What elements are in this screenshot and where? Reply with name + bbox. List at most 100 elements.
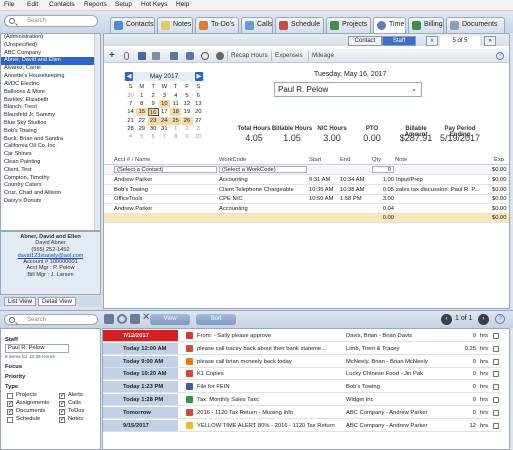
attach-icon[interactable]	[124, 52, 129, 60]
staff-filter-select[interactable]: Paul R. Pelow	[5, 344, 69, 353]
contact-list-item[interactable]: Annette's Housekeeping	[1, 73, 100, 81]
contact-list-item[interactable]: Clean Painting	[1, 159, 100, 167]
col-acct-name[interactable]: Acct # / Name	[114, 157, 150, 163]
calendar-day[interactable]: 16	[147, 108, 159, 117]
contact-list-item[interactable]: (Administration)	[1, 34, 100, 42]
calendar-day[interactable]: 30	[148, 125, 159, 133]
calendar-day[interactable]: 6	[193, 92, 204, 100]
calendar-day[interactable]: 21	[125, 117, 136, 125]
col-workcode[interactable]: WorkCode	[219, 157, 246, 163]
task-row[interactable]: 7/12/2017 From: - Sally please approve Dav…	[103, 330, 501, 342]
calendar-day[interactable]: 11	[170, 100, 181, 108]
staff-select[interactable]: Paul R. Pelow ⌄	[274, 82, 422, 97]
menu-setup[interactable]: Setup	[115, 1, 132, 8]
menu-edit[interactable]: Edit	[27, 1, 38, 8]
calendar-day[interactable]: 28	[125, 125, 136, 133]
expenses-button[interactable]: Expenses	[271, 51, 306, 61]
calendar-day[interactable]: 9	[148, 100, 159, 108]
contact-list[interactable]: (Administration) (Unspecified) ABC Company…	[0, 33, 101, 231]
gear-icon[interactable]	[216, 52, 224, 60]
task-row[interactable]: Today 1:23 PM File for FEIN Bob's Towing 0 h…	[103, 381, 501, 394]
contact-list-item[interactable]: Country Caters	[1, 182, 100, 190]
workcode-select[interactable]: (Select a WorkCode)	[219, 166, 307, 173]
menu-help[interactable]: Help	[176, 1, 189, 8]
lower-next-icon[interactable]: ›	[478, 314, 489, 325]
calendar-day[interactable]: 12	[182, 100, 193, 108]
time-entry-row[interactable]: Bob's Towing Client Telephone Chargeable 1…	[104, 186, 509, 195]
transfer-icon[interactable]	[170, 52, 178, 60]
menu-contacts[interactable]: Contacts	[49, 1, 75, 8]
task-row[interactable]: Today 10:20 AM K1 Copies Lucky Chinese Foo…	[103, 368, 501, 381]
type-checkbox[interactable]	[59, 400, 65, 407]
clock-icon[interactable]	[201, 52, 209, 60]
calendar-day[interactable]: 1	[136, 92, 147, 100]
contact-list-item[interactable]: Barkley, Elizabeth	[1, 97, 100, 105]
calendar-day[interactable]: 19	[182, 108, 193, 116]
contact-list-item[interactable]: Abner, David and Ellen	[1, 57, 100, 66]
calendar-day[interactable]: 22	[136, 117, 147, 125]
help-icon[interactable]: ?	[496, 52, 504, 60]
type-checkbox[interactable]	[7, 408, 13, 415]
calendar-day[interactable]: 25	[170, 116, 182, 125]
contact-list-item[interactable]: Blausfeld Jr, Sammy	[1, 112, 100, 120]
task-complete-checkbox[interactable]	[493, 345, 499, 352]
contact-list-item[interactable]: Compton, Timothy	[1, 175, 100, 183]
calendar-day[interactable]: 2	[148, 92, 159, 100]
tab-schedule[interactable]: Schedule	[275, 17, 324, 33]
contact-list-item[interactable]: Buck, Brian and Sandra	[1, 136, 100, 144]
print-icon[interactable]	[186, 52, 194, 60]
calendar-day[interactable]: 10	[193, 133, 204, 141]
calendar-day[interactable]: 31	[159, 125, 170, 133]
calendar-day[interactable]: 8	[170, 133, 181, 141]
lower-prev-icon[interactable]: ‹	[441, 314, 452, 325]
contact-list-item[interactable]: Bob's Towing	[1, 128, 100, 136]
calendar-day[interactable]: 5	[136, 133, 147, 141]
tab-list-view[interactable]: List View	[4, 297, 36, 306]
type-checkbox[interactable]	[59, 392, 65, 399]
col-exp[interactable]: Exp	[494, 157, 504, 163]
calendar-day[interactable]: 6	[148, 133, 159, 141]
contact-list-item[interactable]: California Oil Co. Inc.	[1, 143, 100, 151]
col-start[interactable]: Start	[309, 157, 321, 163]
task-row[interactable]: Today 1:28 PM Tax: Monthly Sales Taxc Widg…	[103, 394, 501, 406]
calendar-day[interactable]: 3	[159, 92, 170, 100]
time-entry-row[interactable]: Andrew Parker Accounting 0.04 $0.00	[104, 205, 509, 214]
calendar-day[interactable]: 15	[136, 108, 148, 117]
refresh-icon[interactable]	[117, 314, 127, 324]
next-page-button[interactable]: »	[484, 36, 496, 46]
col-end[interactable]: End	[340, 157, 350, 163]
contact-list-item[interactable]: ABC Company	[1, 50, 100, 58]
task-complete-checkbox[interactable]	[493, 384, 499, 391]
contact-toggle[interactable]: Contact	[348, 36, 382, 46]
time-entry-row[interactable]: Andrew Parker Accounting 9:31 AM 10:34 AM 1.…	[104, 176, 509, 185]
prev-page-button[interactable]: «	[426, 36, 438, 46]
priority-filter-label[interactable]: Priority	[5, 374, 25, 380]
calendar-day[interactable]: 23	[147, 116, 159, 125]
task-complete-checkbox[interactable]	[493, 371, 499, 378]
lower-search-input[interactable]: Search	[4, 314, 98, 325]
view-button[interactable]: View	[150, 314, 190, 325]
tab-calls[interactable]: Calls	[241, 17, 273, 33]
task-complete-checkbox[interactable]	[493, 358, 499, 365]
search-input[interactable]: Search	[4, 15, 98, 27]
type-checkbox[interactable]	[7, 400, 13, 407]
task-row[interactable]: Today 12:00 AM please call tracey back ab…	[103, 342, 501, 355]
save-icon[interactable]	[138, 52, 146, 60]
contact-list-item[interactable]: Alvarez, Carrie	[1, 65, 100, 73]
calendar-day[interactable]: 26	[181, 116, 193, 125]
menu-file[interactable]: File	[4, 1, 14, 8]
mini-calendar[interactable]: ◀ May 2017 ▶ S M T W T F S 30 1 2 3 4 5 6 7 8 9 10 11 12 13 1…	[123, 72, 205, 140]
contact-list-item[interactable]: AVDC Electric	[1, 81, 100, 89]
menu-reports[interactable]: Reports	[84, 1, 107, 8]
time-entry-row[interactable]: OfficeTools CPE N/C 10:50 AM 1:58 PM 3.00 $0.…	[104, 195, 509, 204]
contact-list-item[interactable]: Cruz, Chad and Allison	[1, 190, 100, 198]
contact-list-item[interactable]: Client, Test	[1, 167, 100, 175]
task-complete-checkbox[interactable]	[493, 397, 499, 403]
task-row[interactable]: Today 9:00 AM please call brian mcneely b…	[103, 355, 501, 368]
contact-list-item[interactable]: Daisy's Donuts	[1, 198, 100, 206]
contact-list-item[interactable]: (Unspecified)	[1, 42, 100, 50]
delete-icon[interactable]	[152, 52, 160, 60]
contact-list-scrollbar[interactable]	[94, 34, 100, 230]
contact-list-item[interactable]: Blanch, Trent	[1, 104, 100, 112]
type-checkbox[interactable]	[7, 417, 13, 423]
